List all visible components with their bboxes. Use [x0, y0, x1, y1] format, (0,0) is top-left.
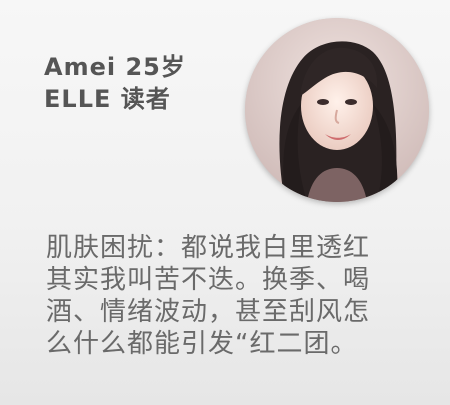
quote-line-1: 肌肤困扰：都说我白里透红 [46, 233, 371, 263]
reader-role: ELLE 读者 [44, 85, 171, 113]
avatar-portrait-image [245, 18, 429, 202]
reader-testimonial-card: Amei 25岁 ELLE 读者 肌肤困扰：都说我白里透红 其实我叫苦不迭。换季… [0, 0, 450, 405]
quote-line-2: 其实我叫苦不迭。换季、喝 [46, 265, 371, 295]
reader-name: Amei 25岁 [44, 53, 186, 81]
quote-line-3: 酒、情绪波动，甚至刮风怎 [46, 297, 371, 327]
quote-line-4: 么什么都能引发“红二团。 [46, 329, 358, 359]
reader-avatar-photo [245, 18, 429, 202]
reader-quote: 肌肤困扰：都说我白里透红 其实我叫苦不迭。换季、喝 酒、情绪波动，甚至刮风怎 么… [46, 232, 436, 360]
